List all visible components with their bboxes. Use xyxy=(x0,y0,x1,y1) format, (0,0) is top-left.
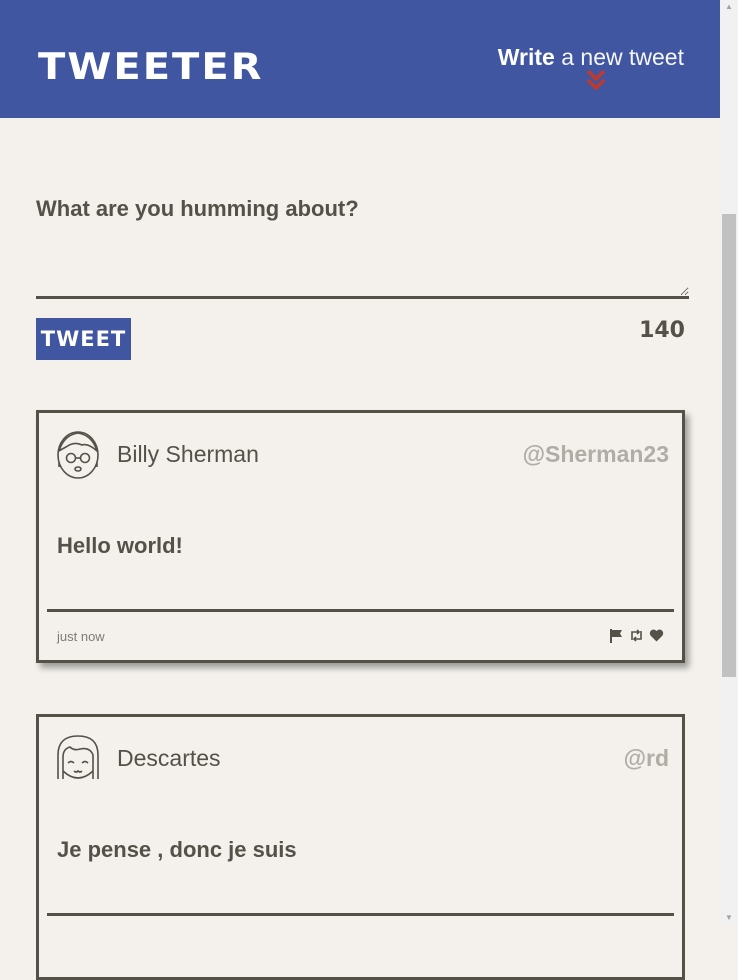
heart-icon[interactable] xyxy=(649,628,664,643)
tweet-divider xyxy=(47,913,674,916)
tweet-submit-button[interactable]: TWEET xyxy=(36,318,131,360)
compose-link-bold: Write xyxy=(497,44,555,70)
tweet-card: Descartes @rd Je pense , donc je suis xyxy=(36,714,685,980)
tweet-content: Je pense , donc je suis xyxy=(57,837,297,862)
bob-hair-avatar-icon xyxy=(57,735,99,779)
scrollbar-thumb[interactable] xyxy=(722,214,736,677)
tweet-content: Hello world! xyxy=(57,533,183,558)
tweet-prompt-label: What are you humming about? xyxy=(36,196,359,221)
double-chevron-down-icon[interactable] xyxy=(585,68,607,92)
vertical-scrollbar[interactable]: ▲ ▼ xyxy=(720,0,738,925)
navbar: TWEETER Write a new tweet xyxy=(0,0,720,118)
tweet-card: Billy Sherman @Sherman23 Hello world! ju… xyxy=(36,410,685,663)
logo[interactable]: TWEETER xyxy=(38,46,263,88)
user-name: Descartes xyxy=(117,745,221,771)
char-counter: 140 xyxy=(639,318,685,343)
new-tweet-form: What are you humming about? TWEET 140 xyxy=(36,196,689,360)
user-handle: @rd xyxy=(623,745,669,771)
scroll-up-arrow-icon[interactable]: ▲ xyxy=(720,0,738,14)
tweet-timestamp: just now xyxy=(57,629,105,644)
retweet-icon[interactable] xyxy=(629,628,644,643)
tweet-actions xyxy=(609,628,664,643)
user-name: Billy Sherman xyxy=(117,441,259,467)
tweet-textarea[interactable] xyxy=(36,242,689,299)
flag-icon[interactable] xyxy=(609,628,624,643)
write-tweet-link[interactable]: Write a new tweet xyxy=(498,44,684,71)
page: TWEETER Write a new tweet What are you h… xyxy=(0,0,720,980)
tweet-divider xyxy=(47,609,674,612)
user-handle: @Sherman23 xyxy=(522,441,669,467)
glasses-boy-avatar-icon xyxy=(57,431,99,479)
scroll-down-arrow-icon[interactable]: ▼ xyxy=(720,911,738,925)
compose-link-rest: a new tweet xyxy=(554,44,684,70)
